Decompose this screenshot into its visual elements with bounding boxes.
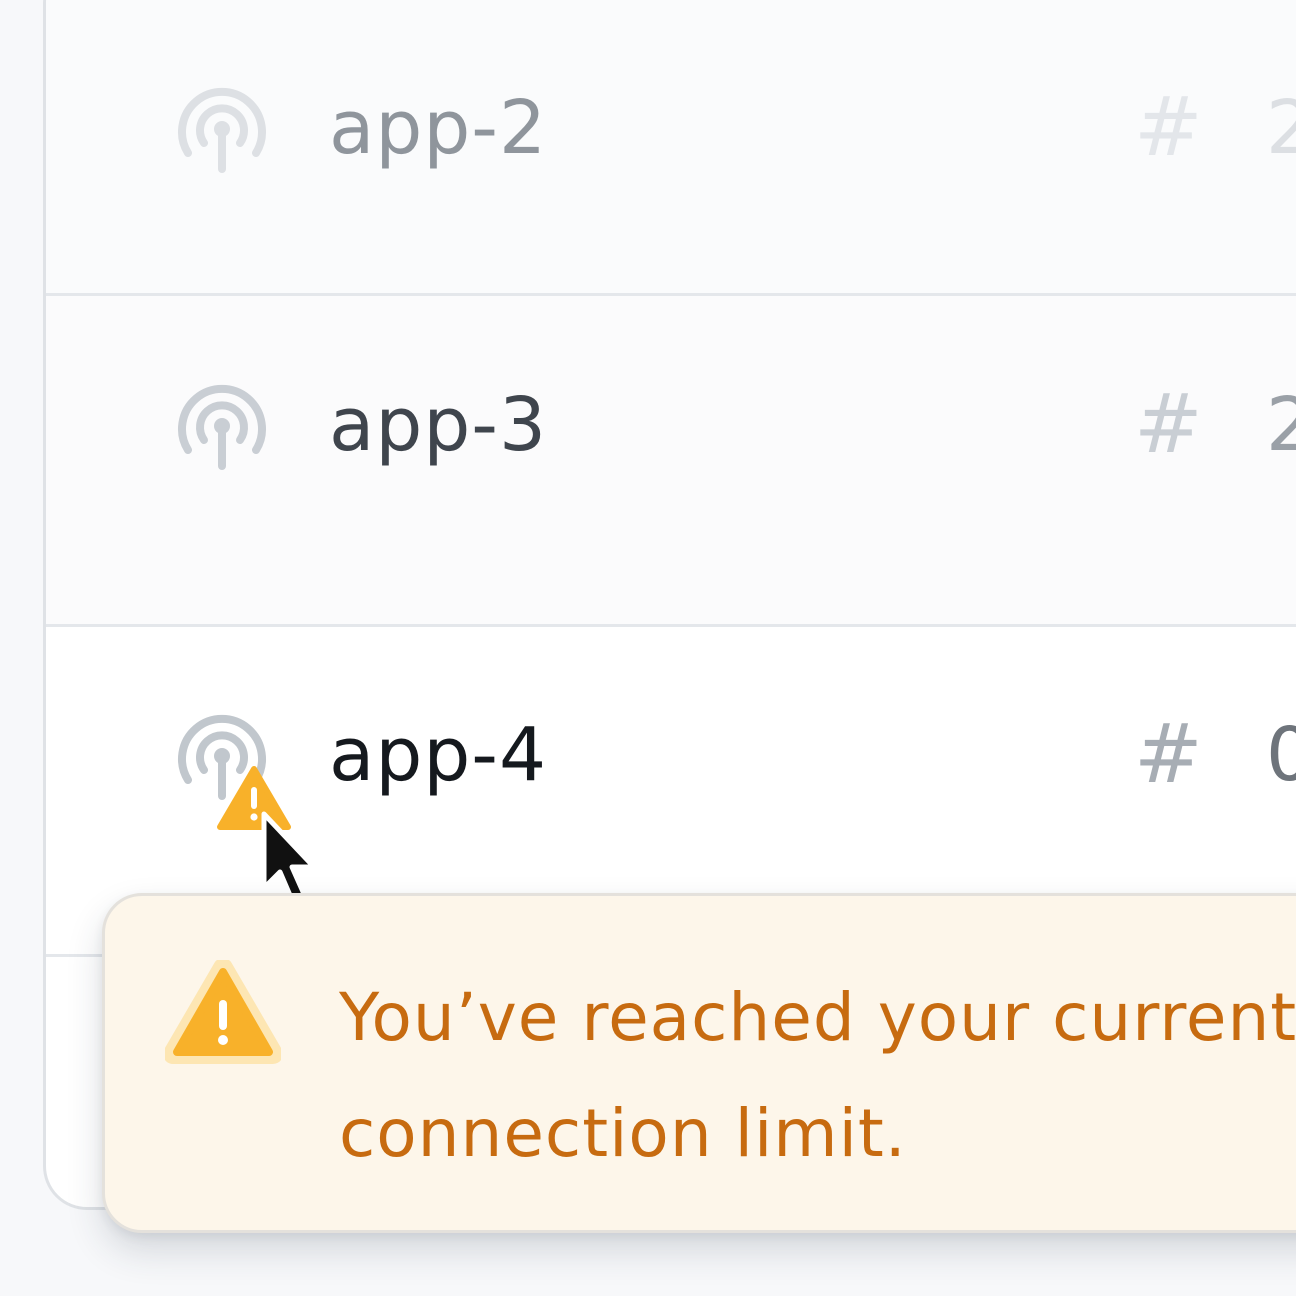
hash-icon: #: [1134, 377, 1203, 472]
hash-icon: #: [1134, 80, 1203, 175]
list-item-app-2[interactable]: app-2 # 2: [46, 0, 1296, 296]
tooltip-message: You’ve reached your current connection l…: [339, 979, 1296, 1172]
list-item-app-3[interactable]: app-3 # 2: [46, 296, 1296, 627]
hash-icon: #: [1134, 707, 1203, 802]
broadcast-icon: [178, 385, 266, 470]
connection-count: 0: [1266, 718, 1296, 792]
connection-name: app-3: [329, 382, 548, 468]
broadcast-icon: [178, 88, 266, 173]
connection-name: app-2: [329, 85, 548, 171]
warning-icon: [165, 960, 281, 1064]
app-canvas: app-2 # 2 app-3 # 2: [0, 0, 1296, 1296]
connection-count: 2: [1266, 91, 1296, 165]
connection-count: 2: [1266, 388, 1296, 462]
connection-limit-tooltip: You’ve reached your current connection l…: [102, 893, 1296, 1233]
connection-name: app-4: [329, 712, 548, 798]
